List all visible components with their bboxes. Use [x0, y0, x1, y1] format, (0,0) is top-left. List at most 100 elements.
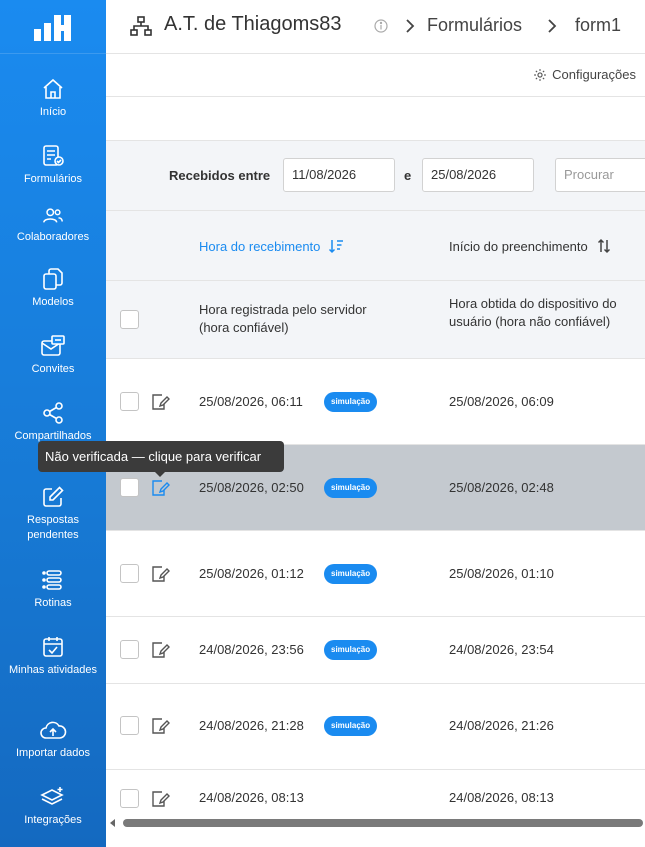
- breadcrumb-org[interactable]: A.T. de Thiagoms83: [164, 13, 342, 36]
- sidebar-item-inicio[interactable]: Início: [0, 77, 106, 120]
- info-icon[interactable]: [374, 19, 388, 33]
- row-checkbox[interactable]: [120, 564, 139, 583]
- sidebar-item-formularios[interactable]: Formulários: [0, 144, 106, 187]
- sidebar-item-label: Colaboradores: [16, 231, 90, 243]
- unverified-edit-icon[interactable]: [150, 565, 170, 583]
- horizontal-scrollbar[interactable]: [106, 815, 645, 831]
- sidebar: Início Formulários Colaboradores Modelos…: [0, 0, 106, 847]
- gear-icon: [534, 68, 547, 81]
- filter-bar: Recebidos entre 11/08/2026 e 25/08/2026 …: [106, 141, 645, 211]
- sort-both-icon: [597, 238, 610, 254]
- header: A.T. de Thiagoms83 Formulários form1: [106, 0, 645, 54]
- sidebar-item-compartilhados[interactable]: Compartilhados: [0, 401, 106, 444]
- settings-label: Configurações: [552, 67, 636, 82]
- tooltip-arrow: [155, 472, 165, 477]
- sidebar-item-label: Modelos: [32, 296, 74, 308]
- invite-mail-icon: [41, 335, 65, 356]
- list-icon: [42, 570, 62, 590]
- bar-chart-logo-icon: [34, 14, 71, 41]
- received-time: 24/08/2026, 21:28: [199, 718, 304, 733]
- column-label: Hora do recebimento: [199, 238, 321, 254]
- cloud-upload-icon: [40, 721, 67, 739]
- chevron-right-icon: [548, 19, 557, 33]
- calendar-check-icon: [43, 637, 63, 657]
- simulation-badge: simulação: [324, 392, 378, 412]
- unverified-edit-icon[interactable]: [150, 790, 170, 808]
- org-tree-icon: [130, 16, 152, 36]
- unverified-edit-icon[interactable]: [150, 479, 170, 497]
- row-checkbox[interactable]: [120, 478, 139, 497]
- sidebar-item-colaboradores[interactable]: Colaboradores: [0, 206, 106, 245]
- layers-icon: [40, 787, 64, 805]
- started-time: 24/08/2026, 23:54: [449, 642, 554, 657]
- row-checkbox[interactable]: [120, 789, 139, 808]
- unverified-edit-icon[interactable]: [150, 641, 170, 659]
- unverified-edit-icon[interactable]: [150, 393, 170, 411]
- row-checkbox[interactable]: [120, 392, 139, 411]
- column-header-received[interactable]: Hora do recebimento: [199, 238, 344, 254]
- share-icon: [43, 402, 63, 424]
- users-icon: [43, 208, 63, 223]
- date-from-input[interactable]: 11/08/2026: [283, 158, 395, 192]
- sidebar-item-label: Convites: [31, 363, 75, 375]
- received-time: 24/08/2026, 08:13: [199, 790, 304, 805]
- received-time: 25/08/2026, 06:11: [199, 394, 303, 409]
- table-row[interactable]: 24/08/2026, 21:28 simulação 24/08/2026, …: [106, 684, 645, 770]
- sort-desc-icon: [329, 240, 344, 254]
- table-row[interactable]: 24/08/2026, 08:13 24/08/2026, 08:13: [106, 770, 645, 820]
- and-label: e: [404, 168, 412, 183]
- select-all-checkbox[interactable]: [120, 310, 139, 329]
- column-description: Hora obtida do dispositivo do usuário (h…: [449, 296, 617, 329]
- form-check-icon: [43, 145, 64, 166]
- table-row[interactable]: 25/08/2026, 01:12 simulação 25/08/2026, …: [106, 531, 645, 617]
- column-header-started[interactable]: Início do preenchimento: [449, 238, 612, 254]
- search-input[interactable]: Procurar: [555, 158, 645, 192]
- sidebar-item-label: Formulários: [23, 173, 83, 185]
- sidebar-item-convites[interactable]: Convites: [0, 334, 106, 377]
- sidebar-item-modelos[interactable]: Modelos: [0, 267, 106, 310]
- copy-icon: [43, 268, 63, 290]
- table-row[interactable]: 25/08/2026, 06:11 simulação 25/08/2026, …: [106, 359, 645, 445]
- column-description: Hora registrada pelo servidor (hora conf…: [199, 302, 367, 335]
- breadcrumb-form[interactable]: form1: [575, 15, 621, 36]
- started-time: 25/08/2026, 01:10: [449, 566, 554, 581]
- simulation-badge: simulação: [324, 564, 378, 584]
- table-row[interactable]: 24/08/2026, 23:56 simulação 24/08/2026, …: [106, 617, 645, 684]
- table-header: Hora do recebimento Início do preenchime…: [106, 211, 645, 281]
- sidebar-item-rotinas[interactable]: Rotinas: [0, 568, 106, 611]
- sub-toolbar: Configurações: [106, 54, 645, 97]
- sidebar-item-importar-dados[interactable]: Importar dados: [0, 718, 106, 761]
- simulation-badge: simulação: [324, 478, 378, 498]
- settings-button[interactable]: Configurações: [533, 67, 636, 82]
- simulation-badge: simulação: [324, 716, 378, 736]
- breadcrumb-forms[interactable]: Formulários: [427, 15, 522, 36]
- sidebar-item-label: Importar dados: [16, 747, 90, 759]
- sidebar-item-label: Início: [39, 106, 67, 118]
- sidebar-item-integracoes[interactable]: Integrações: [0, 785, 106, 828]
- chevron-right-icon: [406, 19, 415, 33]
- received-time: 25/08/2026, 01:12: [199, 566, 304, 581]
- received-time: 25/08/2026, 02:50: [199, 480, 304, 495]
- received-between-label: Recebidos entre: [169, 168, 271, 183]
- simulation-badge: simulação: [324, 640, 378, 660]
- sidebar-item-label: Integrações: [24, 814, 82, 826]
- date-to-input[interactable]: 25/08/2026: [422, 158, 534, 192]
- started-time: 25/08/2026, 06:09: [449, 394, 554, 409]
- sidebar-item-minhas-atividades[interactable]: Minhas atividades: [0, 635, 106, 678]
- column-label: Início do preenchimento: [449, 238, 588, 254]
- sidebar-item-respostas-pendentes[interactable]: Respostas pendentes: [0, 485, 106, 543]
- row-checkbox[interactable]: [120, 716, 139, 735]
- sidebar-item-label: Minhas atividades: [8, 664, 98, 676]
- verify-tooltip: Não verificada — clique para verificar: [38, 441, 284, 472]
- table-description-row: Hora registrada pelo servidor (hora conf…: [106, 281, 645, 359]
- scrollbar-thumb[interactable]: [123, 819, 643, 827]
- sidebar-item-label: Respostas pendentes: [27, 514, 79, 541]
- unverified-edit-icon[interactable]: [150, 717, 170, 735]
- bottom-spacer: [106, 831, 645, 847]
- sidebar-item-label: Rotinas: [34, 597, 72, 609]
- row-checkbox[interactable]: [120, 640, 139, 659]
- edit-icon: [43, 486, 64, 507]
- app-logo[interactable]: [0, 0, 106, 54]
- home-icon: [43, 78, 63, 99]
- scroll-left-arrow[interactable]: [110, 819, 115, 827]
